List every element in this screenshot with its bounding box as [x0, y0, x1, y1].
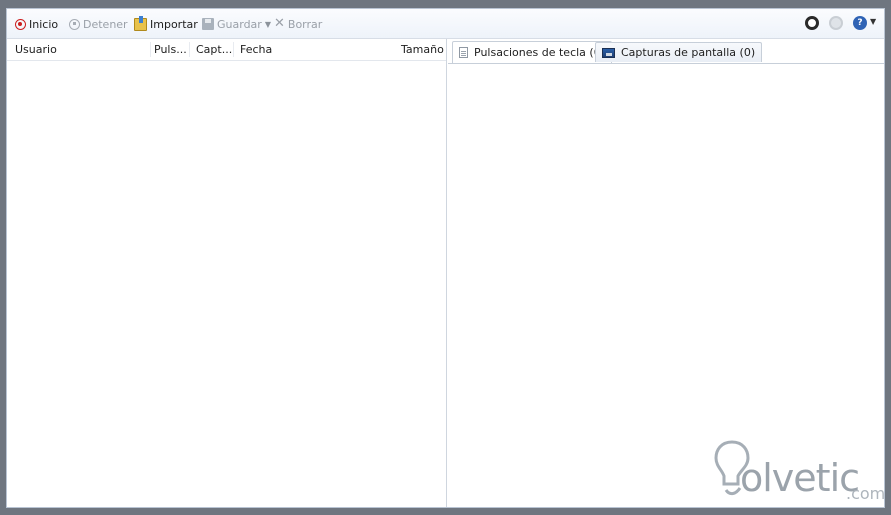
- column-user[interactable]: Usuario: [15, 43, 57, 56]
- delete-label: Borrar: [287, 17, 323, 31]
- tab-keystrokes-label: Pulsaciones de tecla (0): [474, 46, 605, 59]
- column-size[interactable]: Tamaño: [401, 43, 444, 56]
- tab-keystrokes[interactable]: Pulsaciones de tecla (0): [452, 41, 612, 63]
- column-header-row: Usuario Puls... Capt... Fecha Tamaño: [7, 39, 446, 61]
- column-separator[interactable]: [150, 42, 151, 57]
- import-icon: [134, 15, 147, 31]
- column-separator[interactable]: [189, 42, 190, 57]
- watermark-logo: olvetic .com: [710, 432, 890, 510]
- close-icon: ✕: [274, 16, 285, 31]
- import-button[interactable]: Importar: [134, 15, 198, 33]
- chevron-down-icon[interactable]: ▼: [870, 17, 876, 26]
- status-ring-icon[interactable]: [805, 16, 819, 30]
- start-button[interactable]: Inicio: [15, 15, 58, 33]
- stop-button[interactable]: Detener: [69, 15, 128, 33]
- help-icon[interactable]: ?: [853, 16, 867, 30]
- save-button[interactable]: Guardar ▼: [202, 15, 271, 33]
- tab-screenshots[interactable]: Capturas de pantalla (0): [595, 42, 763, 62]
- gear-icon[interactable]: [829, 16, 843, 30]
- save-icon: [202, 18, 214, 30]
- column-separator[interactable]: [233, 42, 234, 57]
- delete-button[interactable]: ✕ Borrar: [274, 15, 322, 33]
- stop-label: Detener: [83, 17, 128, 31]
- tab-screenshots-label: Capturas de pantalla (0): [621, 46, 756, 59]
- watermark-text: olvetic: [740, 456, 860, 500]
- start-label: Inicio: [29, 17, 59, 31]
- toolbar: Inicio Detener Importar Guardar ▼ ✕ Borr…: [7, 9, 884, 39]
- session-list[interactable]: Usuario Puls... Capt... Fecha Tamaño: [7, 39, 447, 507]
- watermark-suffix: .com: [846, 484, 886, 503]
- import-label: Importar: [150, 17, 198, 31]
- column-date[interactable]: Fecha: [240, 43, 272, 56]
- chevron-down-icon[interactable]: ▼: [265, 20, 271, 29]
- record-icon: [15, 18, 26, 30]
- column-keystrokes[interactable]: Puls...: [154, 43, 187, 56]
- tab-strip: Pulsaciones de tecla (0) Capturas de pan…: [448, 39, 884, 64]
- document-icon: [459, 47, 468, 58]
- screenshot-icon: [602, 47, 615, 58]
- stop-icon: [69, 18, 80, 30]
- column-captures[interactable]: Capt...: [196, 43, 232, 56]
- save-label: Guardar: [217, 17, 262, 31]
